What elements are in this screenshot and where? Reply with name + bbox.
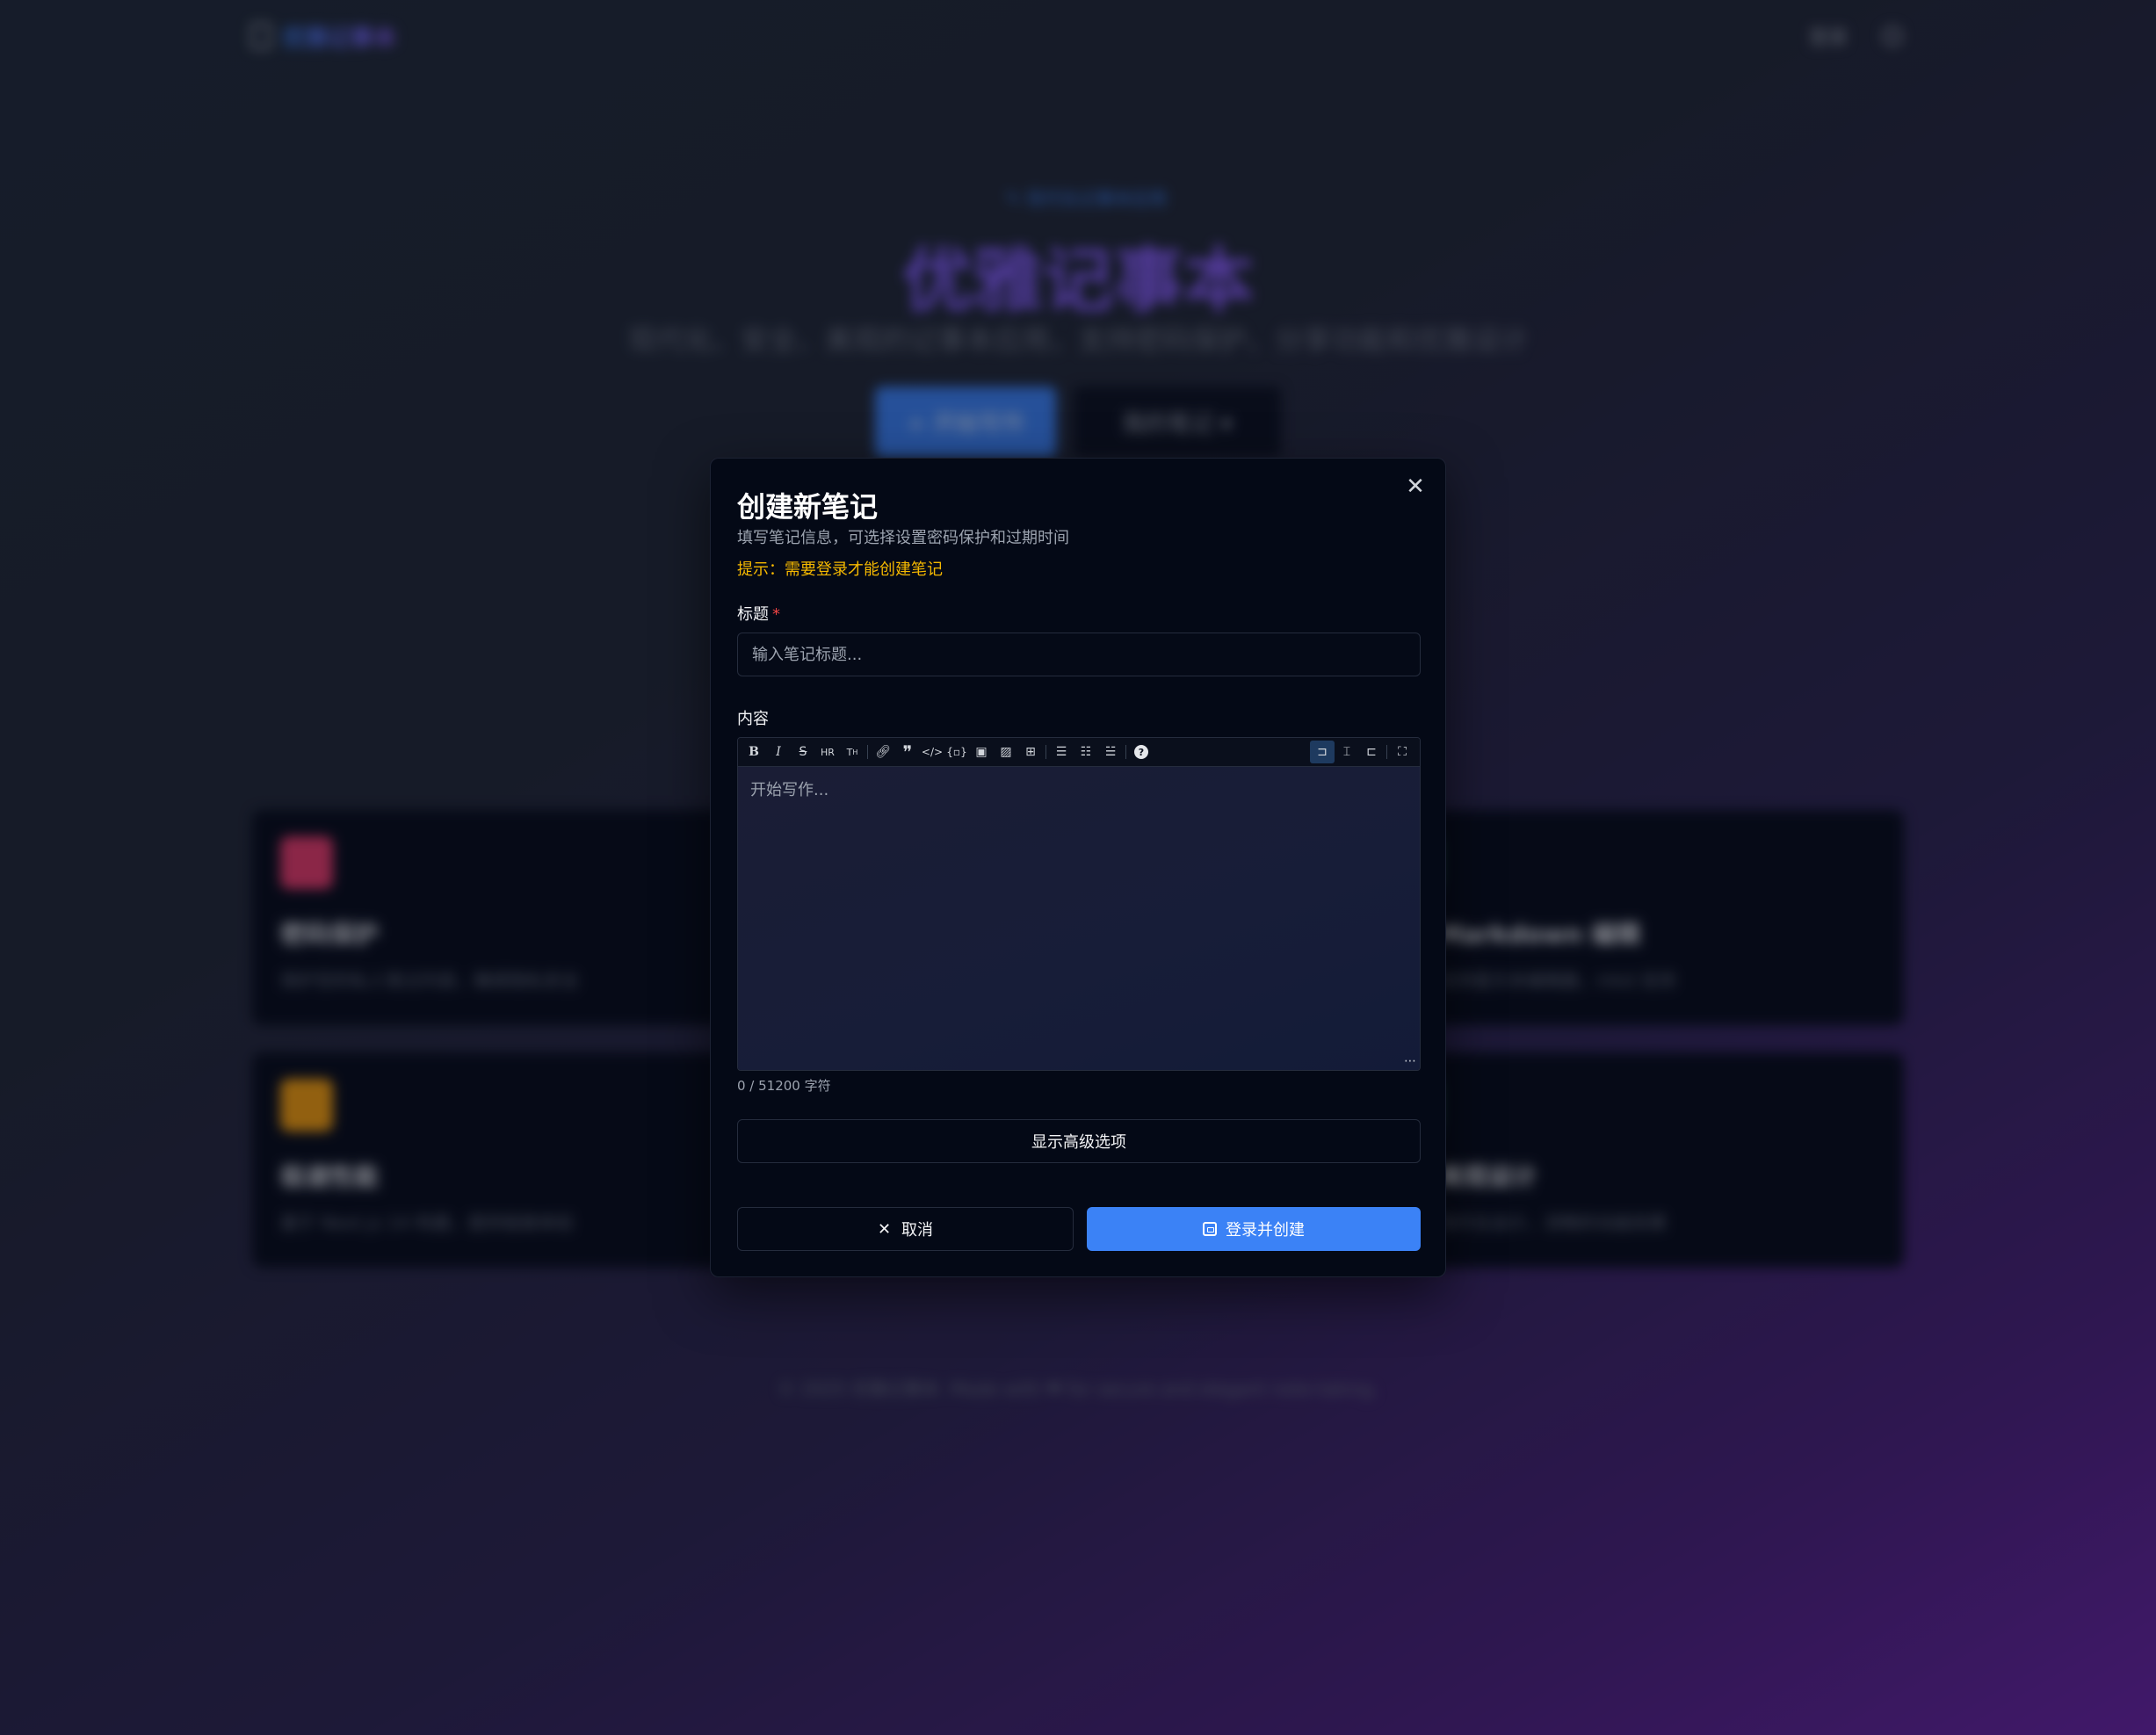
dialog-description: 填写笔记信息，可选择设置密码保护和过期时间 (737, 529, 1069, 547)
bold-icon[interactable]: B (742, 741, 766, 763)
fullscreen-icon[interactable]: ⛶ (1390, 741, 1414, 763)
ordered-list-icon[interactable]: ☷ (1074, 741, 1098, 763)
content-textarea[interactable]: 开始写作... ⋯ (738, 767, 1420, 1070)
live-mode-icon[interactable]: ⌶ (1335, 741, 1359, 763)
char-counter: 0 / 51200 字符 (737, 1078, 831, 1094)
save-icon (1203, 1222, 1217, 1236)
toolbar-divider (1125, 745, 1126, 759)
help-icon[interactable]: ? (1129, 741, 1154, 763)
cancel-button[interactable]: ✕ 取消 (737, 1207, 1074, 1251)
dialog-title: 创建新笔记 (737, 490, 879, 524)
editor-toolbar: B I S HR TH 🔗︎ ❞ </> {▫} ▣ ▨ ⊞ ☰ ☷ ☱ ? ⊐… (738, 738, 1420, 767)
markdown-editor: B I S HR TH 🔗︎ ❞ </> {▫} ▣ ▨ ⊞ ☰ ☷ ☱ ? ⊐… (737, 737, 1421, 1071)
unordered-list-icon[interactable]: ☰ (1049, 741, 1074, 763)
toolbar-divider (867, 745, 868, 759)
italic-icon[interactable]: I (766, 741, 791, 763)
editor-mode-switch: ⊐ ⌶ ⊏ ⛶ (1310, 741, 1414, 763)
toolbar-divider (1386, 745, 1387, 759)
toolbar-divider (1045, 745, 1046, 759)
heading-icon[interactable]: TH (840, 741, 865, 763)
close-icon[interactable]: ✕ (1401, 473, 1429, 501)
hr-icon[interactable]: HR (815, 741, 840, 763)
content-placeholder: 开始写作... (750, 781, 829, 799)
quote-icon[interactable]: ❞ (895, 741, 920, 763)
login-and-create-button[interactable]: 登录并创建 (1087, 1207, 1421, 1251)
submit-label: 登录并创建 (1226, 1221, 1305, 1240)
code-icon[interactable]: </> (920, 741, 944, 763)
close-icon: ✕ (877, 1219, 892, 1239)
code-block-icon[interactable]: {▫} (944, 741, 969, 763)
image-icon[interactable]: ▨ (994, 741, 1018, 763)
cancel-label: 取消 (901, 1221, 934, 1240)
edit-mode-icon[interactable]: ⊐ (1310, 741, 1335, 763)
preview-mode-icon[interactable]: ⊏ (1359, 741, 1384, 763)
title-label: 标题 * (737, 602, 780, 625)
link-icon[interactable]: 🔗︎ (871, 741, 895, 763)
required-mark: * (772, 605, 780, 624)
checked-list-icon[interactable]: ☱ (1098, 741, 1123, 763)
strikethrough-icon[interactable]: S (791, 741, 815, 763)
resize-handle-icon[interactable]: ⋯ (1404, 1054, 1416, 1068)
show-advanced-options-button[interactable]: 显示高级选项 (737, 1119, 1421, 1163)
comment-icon[interactable]: ▣ (969, 741, 994, 763)
content-label: 内容 (737, 710, 769, 728)
title-input[interactable] (737, 633, 1421, 676)
login-hint: 提示：需要登录才能创建笔记 (737, 560, 943, 579)
table-icon[interactable]: ⊞ (1018, 741, 1043, 763)
create-note-dialog: ✕ 创建新笔记 填写笔记信息，可选择设置密码保护和过期时间 提示：需要登录才能创… (710, 458, 1446, 1277)
title-label-text: 标题 (737, 605, 769, 624)
